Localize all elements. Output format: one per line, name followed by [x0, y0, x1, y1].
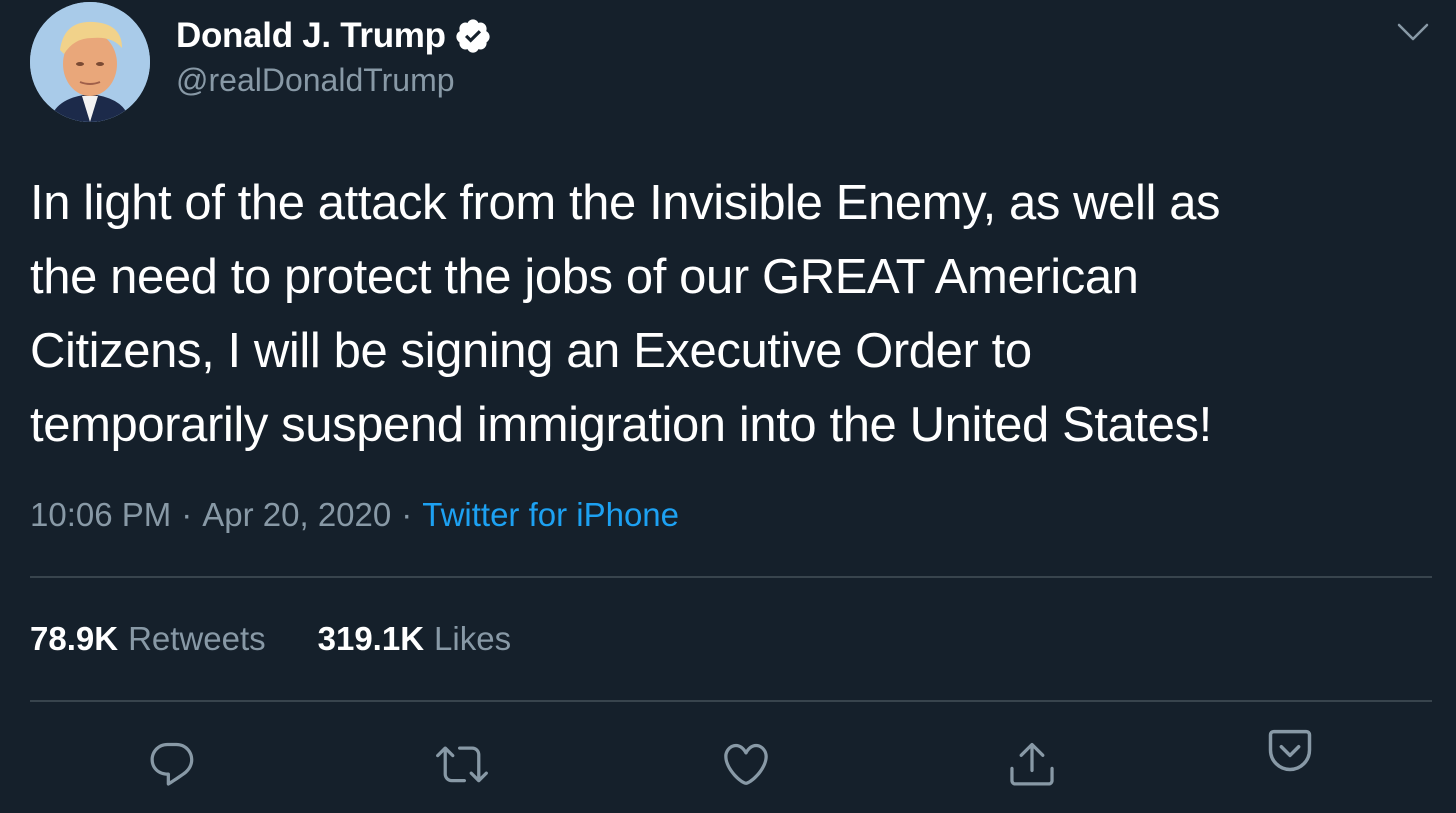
author-name-row[interactable]: Donald J. Trump [176, 14, 492, 58]
retweet-button[interactable] [436, 738, 488, 790]
save-icon [1268, 729, 1312, 772]
likes-count: 319.1K [317, 620, 425, 657]
avatar-image [30, 2, 150, 122]
tweet-source-link[interactable]: Twitter for iPhone [422, 496, 679, 534]
reply-icon [150, 742, 194, 786]
tweet-date[interactable]: Apr 20, 2020 [202, 496, 391, 534]
tweet-card: Donald J. Trump @realDonaldTrump In ligh… [0, 0, 1456, 813]
likes-stat[interactable]: 319.1K Likes [318, 620, 511, 658]
tweet-time[interactable]: 10:06 PM [30, 496, 171, 534]
likes-label: Likes [434, 620, 512, 657]
like-icon [724, 743, 768, 785]
reply-button[interactable] [146, 738, 198, 790]
retweets-stat[interactable]: 78.9K Retweets [30, 620, 266, 658]
divider [30, 700, 1432, 702]
verified-badge-icon [454, 17, 492, 55]
author-display-name[interactable]: Donald J. Trump [176, 16, 446, 56]
share-button[interactable] [1006, 738, 1058, 790]
meta-separator: · [401, 496, 413, 533]
share-icon [1010, 742, 1054, 786]
retweets-label: Retweets [128, 620, 266, 657]
like-button[interactable] [720, 738, 772, 790]
divider [30, 576, 1432, 578]
meta-separator: · [181, 496, 193, 533]
avatar[interactable] [30, 2, 150, 122]
save-button[interactable] [1264, 724, 1316, 776]
tweet-stats: 78.9K Retweets 319.1K Likes [30, 620, 563, 658]
chevron-down-icon[interactable] [1396, 20, 1430, 44]
author-handle[interactable]: @realDonaldTrump [176, 62, 455, 99]
retweet-icon [436, 746, 488, 783]
tweet-text: In light of the attack from the Invisibl… [30, 176, 1221, 452]
action-bar [0, 729, 1456, 800]
tweet-meta: 10:06 PM · Apr 20, 2020 · Twitter for iP… [30, 496, 679, 534]
retweets-count: 78.9K [30, 620, 119, 657]
